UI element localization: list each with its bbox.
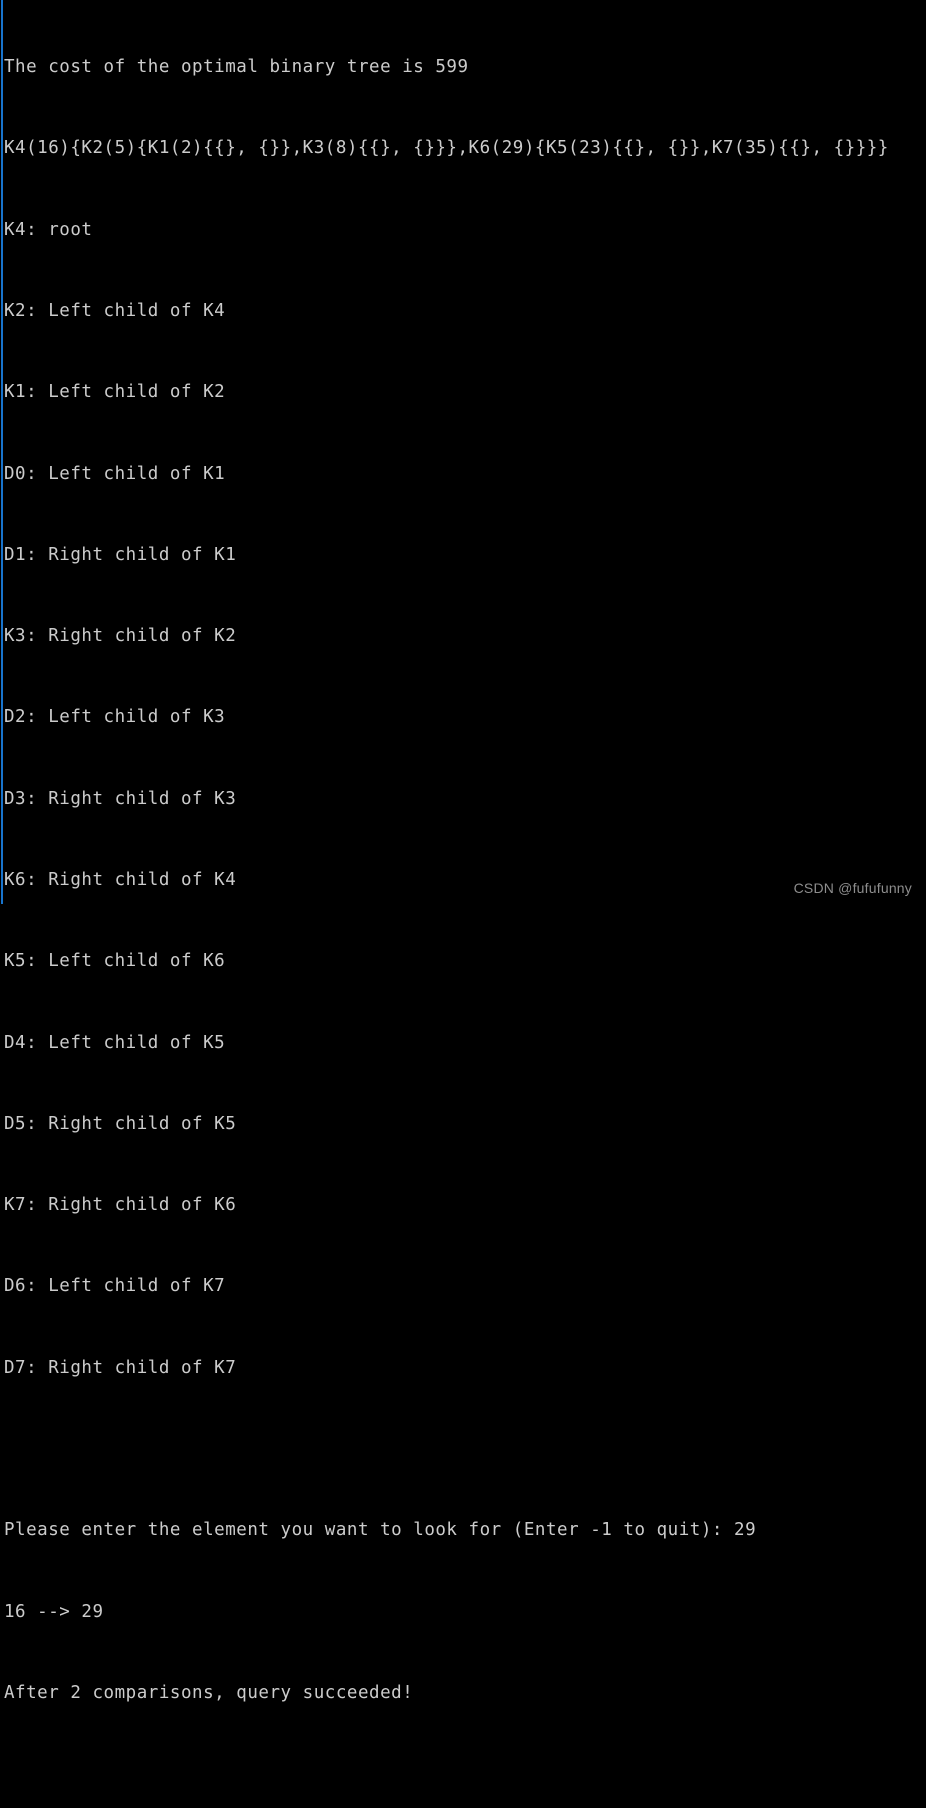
console-line: D3: Right child of K3 — [4, 788, 237, 809]
console-line: K7: Right child of K6 — [4, 1195, 237, 1216]
console-line: D6: Left child of K7 — [4, 1276, 226, 1297]
console-line: D0: Left child of K1 — [4, 463, 226, 484]
watermark: CSDN @fufufunny — [793, 880, 912, 896]
console-line: K4: root — [4, 219, 93, 240]
console-line: D4: Left child of K5 — [4, 1032, 226, 1053]
console-line-result: After 2 comparisons, query succeeded! — [4, 1682, 414, 1703]
console-line-prompt: Please enter the element you want to loo… — [4, 1520, 757, 1541]
console-line: K4(16){K2(5){K1(2){{}, {}},K3(8){{}, {}}… — [4, 138, 889, 159]
console-line: D7: Right child of K7 — [4, 1357, 237, 1378]
console-line: K2: Left child of K4 — [4, 301, 226, 322]
console-line: D2: Left child of K3 — [4, 707, 226, 728]
console-line-blank — [4, 1761, 922, 1788]
console-line: D5: Right child of K5 — [4, 1113, 237, 1134]
console-line-path: 16 --> 29 — [4, 1601, 104, 1622]
terminal-window[interactable]: The cost of the optimal binary tree is 5… — [0, 0, 926, 1703]
console-line: K6: Right child of K4 — [4, 870, 237, 890]
console-line: D1: Right child of K1 — [4, 544, 237, 565]
console-line: K1: Left child of K2 — [4, 382, 226, 403]
console-output[interactable]: The cost of the optimal binary tree is 5… — [4, 0, 922, 1808]
console-line: K5: Left child of K6 — [4, 951, 226, 972]
console-line: The cost of the optimal binary tree is 5… — [4, 57, 469, 78]
left-edge-indicator — [1, 0, 3, 904]
console-line-blank — [4, 1436, 922, 1463]
console-line: K3: Right child of K2 — [4, 626, 237, 647]
